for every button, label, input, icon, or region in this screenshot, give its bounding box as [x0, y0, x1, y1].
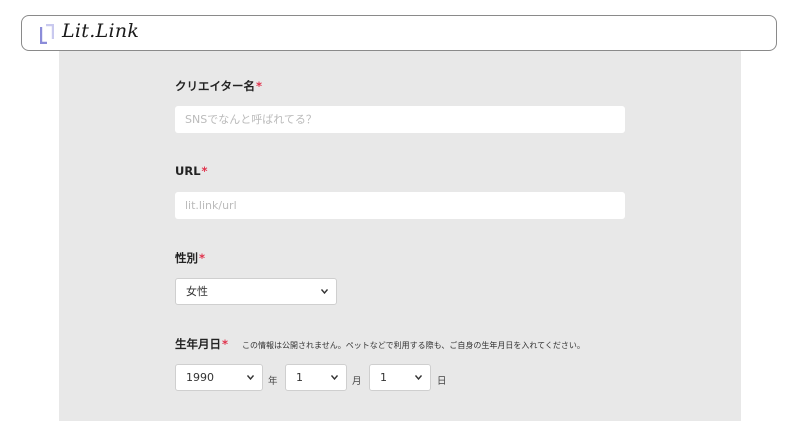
creator-name-label: クリエイター名* [175, 78, 262, 94]
required-mark: * [256, 79, 263, 93]
required-mark: * [222, 337, 229, 351]
day-unit: 日 [437, 376, 447, 387]
birthday-label-text: 生年月日 [175, 337, 221, 351]
bracket-logo-icon [40, 24, 54, 44]
creator-name-placeholder: SNSでなんと呼ばれてる？ [185, 113, 317, 126]
month-unit: 月 [352, 376, 362, 387]
creator-name-input[interactable]: SNSでなんと呼ばれてる？ [175, 106, 625, 133]
url-placeholder: lit.link/url [185, 199, 237, 212]
birthday-note: この情報は公開されません。ペットなどで利用する際も、ご自身の生年月日を入れてくだ… [242, 341, 585, 350]
gender-select-value: 女性 [186, 285, 208, 298]
required-mark: * [201, 164, 208, 178]
chevron-down-icon [321, 289, 328, 294]
chevron-down-icon [247, 375, 254, 380]
birth-year-value: 1990 [186, 371, 214, 384]
chevron-down-icon [415, 375, 422, 380]
birth-day-value: 1 [380, 371, 387, 384]
chevron-down-icon [331, 375, 338, 380]
birth-year-select[interactable]: 1990 [175, 364, 263, 391]
gender-select[interactable]: 女性 [175, 278, 337, 305]
gender-label-text: 性別 [175, 251, 198, 265]
creator-name-label-text: クリエイター名 [175, 79, 256, 93]
url-label-text: URL [175, 164, 201, 178]
birth-month-select[interactable]: 1 [285, 364, 347, 391]
url-input[interactable]: lit.link/url [175, 192, 625, 219]
birth-month-value: 1 [296, 371, 303, 384]
birthday-label: 生年月日* [175, 336, 228, 352]
year-unit: 年 [268, 376, 278, 387]
logo-text[interactable]: Lit.Link [62, 20, 139, 42]
header-bar: Lit.Link [21, 15, 777, 51]
url-label: URL* [175, 164, 208, 178]
birth-day-select[interactable]: 1 [369, 364, 431, 391]
gender-label: 性別* [175, 250, 205, 266]
required-mark: * [199, 251, 206, 265]
